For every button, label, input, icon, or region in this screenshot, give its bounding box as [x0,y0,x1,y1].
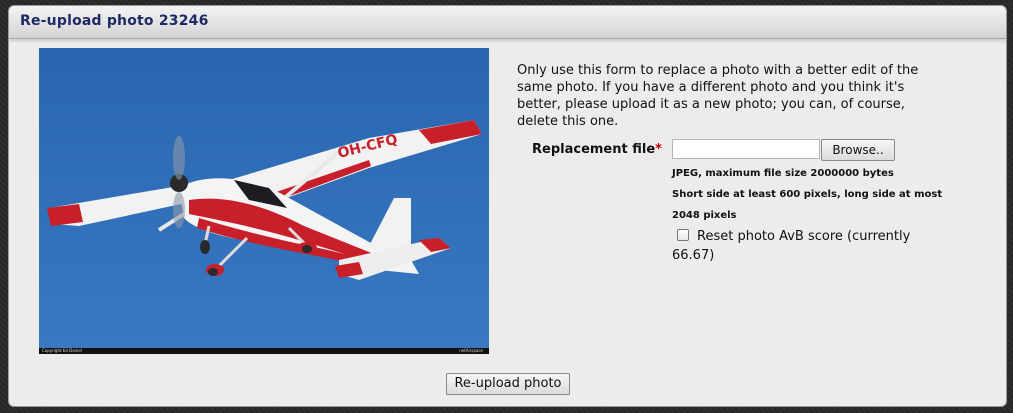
photo-watermark: netAirspace [459,348,483,353]
file-size-hint: JPEG, maximum file size 2000000 bytes [672,168,894,179]
required-mark: * [655,142,662,157]
browse-button[interactable]: Browse.. [821,139,895,161]
photo-credit: Copyright Ed Daniel [42,348,82,353]
page-title: Re-upload photo 23246 [20,13,209,29]
replacement-file-input[interactable] [672,139,820,159]
photo-caption-bar [39,348,489,354]
aircraft-illustration: OH-CFQ [39,48,489,354]
reupload-panel: Re-upload photo 23246 OH-CFQ Copyright E… [8,5,1007,407]
pixel-size-hint: Short side at least 600 pixels, long sid… [672,189,943,221]
replacement-file-label-text: Replacement file [532,142,656,157]
instructions-text: Only use this form to replace a photo wi… [517,63,919,129]
reupload-button[interactable]: Re-upload photo [446,373,570,395]
replacement-file-label: Replacement file* [532,142,662,157]
aircraft-photo: OH-CFQ Copyright Ed Daniel netAirspace [39,48,489,354]
reset-score-label: Reset photo AvB score (currently 66.67) [672,229,911,263]
